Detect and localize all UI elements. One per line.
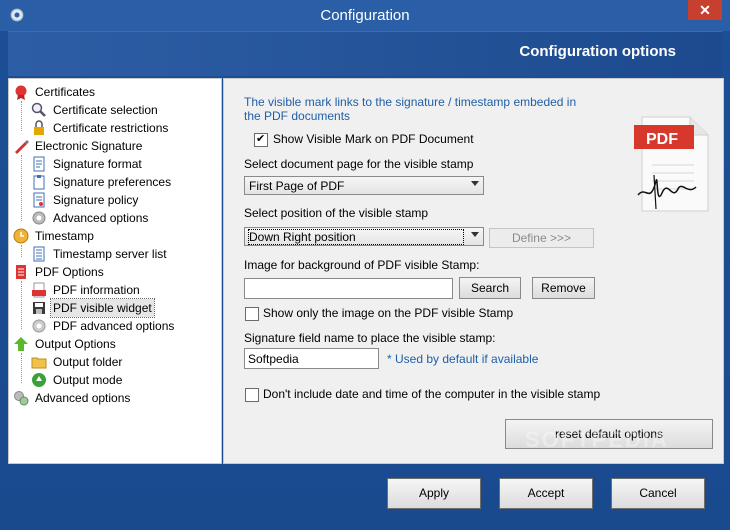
show-visible-mark-checkbox[interactable] — [254, 132, 268, 147]
policy-document-icon — [33, 192, 45, 208]
remove-button[interactable]: Remove — [532, 277, 595, 299]
tree-connector — [21, 245, 22, 257]
tree-item-label: Output Options — [35, 337, 116, 351]
define-button[interactable]: Define >>> — [489, 228, 594, 248]
only-image-label: Show only the image on the PDF visible S… — [263, 306, 514, 320]
search-button[interactable]: Search — [459, 277, 521, 299]
no-date-checkbox[interactable] — [245, 388, 259, 402]
softpedia-watermark: SOFTPEDIA — [525, 427, 669, 452]
pen-icon — [15, 140, 29, 154]
tree-item-label: PDF advanced options — [53, 319, 175, 333]
tree-item-label: Signature preferences — [53, 175, 172, 189]
tree-item-label: Signature format — [53, 157, 142, 171]
field-name-note: * Used by default if available — [387, 352, 539, 366]
document-icon — [33, 156, 45, 172]
tree-item-label: PDF visible widget — [50, 298, 155, 318]
position-select-label: Select position of the visible stamp — [244, 206, 429, 220]
configuration-window: Configuration ✕ Configuration options Ce… — [0, 0, 730, 530]
close-button[interactable]: ✕ — [688, 0, 722, 20]
tree-connector — [21, 353, 22, 383]
gears-icon — [14, 391, 29, 406]
no-date-label: Don't include date and time of the compu… — [263, 387, 601, 401]
accept-button[interactable]: Accept — [499, 478, 593, 509]
image-path-input[interactable] — [244, 278, 453, 299]
green-circle-icon — [32, 373, 46, 387]
tree-item-label: Certificate selection — [53, 103, 158, 117]
tree-item-label: Certificate restrictions — [53, 121, 169, 135]
tree-item-label: Electronic Signature — [35, 139, 143, 153]
clipboard-icon — [33, 175, 45, 190]
page-select-label: Select document page for the visible sta… — [244, 157, 474, 171]
image-label: Image for background of PDF visible Stam… — [244, 258, 480, 272]
up-arrow-icon — [14, 337, 28, 351]
tree-item-label: Output folder — [53, 355, 123, 369]
cancel-button[interactable]: Cancel — [611, 478, 705, 509]
title-bar: Configuration ✕ — [0, 0, 730, 31]
field-name-input[interactable]: Softpedia — [244, 348, 379, 369]
pdf-visible-widget-panel: The visible mark links to the signature … — [223, 78, 724, 464]
folder-icon — [31, 357, 47, 369]
tree-item-label: Certificates — [35, 85, 96, 99]
tree-item-label: Advanced options — [35, 391, 131, 405]
header-title: Configuration options — [519, 43, 676, 60]
list-icon — [33, 246, 45, 262]
position-select[interactable]: Down Right position — [244, 227, 484, 246]
apply-button[interactable]: Apply — [387, 478, 481, 509]
tree-connector — [21, 281, 22, 329]
tree-item-label: Advanced options — [53, 211, 149, 225]
window-title: Configuration — [320, 7, 410, 24]
tree-item-label: Timestamp server list — [53, 247, 167, 261]
tree-item-label: PDF information — [53, 283, 140, 297]
tree-item-label: Output mode — [53, 373, 123, 387]
page-select[interactable]: First Page of PDF — [244, 176, 484, 195]
show-visible-mark-label: Show Visible Mark on PDF Document — [273, 132, 474, 146]
page-select-value: First Page of PDF — [249, 179, 345, 193]
chevron-down-icon — [471, 181, 479, 186]
lock-icon — [34, 120, 44, 135]
field-name-value: Softpedia — [248, 352, 299, 366]
options-header: Configuration options — [8, 31, 722, 76]
save-icon — [33, 302, 45, 314]
position-select-value: Down Right position — [248, 229, 464, 245]
certificate-icon — [15, 85, 27, 100]
clock-icon — [13, 228, 29, 244]
info-text: The visible mark links to the signature … — [244, 95, 577, 123]
magnifier-icon — [31, 102, 46, 117]
dialog-button-bar: SOFTPEDIA Apply Accept Cancel — [0, 427, 730, 530]
tree-connector — [21, 155, 22, 221]
tree-item-label: PDF Options — [35, 265, 104, 279]
field-name-label: Signature field name to place the visibl… — [244, 331, 496, 345]
only-image-checkbox[interactable] — [245, 307, 259, 321]
pdf-signed-document-icon: PDF — [634, 116, 709, 212]
gear-icon — [32, 211, 46, 225]
pdf-file-icon — [16, 265, 26, 279]
pdf-badge-icon — [32, 282, 46, 298]
tree-item-label: Signature policy — [53, 193, 139, 207]
tree-item-label: Timestamp — [35, 229, 94, 243]
chevron-down-icon — [471, 232, 479, 237]
gear-icon — [32, 319, 46, 333]
tree-connector — [21, 101, 22, 131]
pdf-badge-text: PDF — [646, 131, 678, 148]
options-tree[interactable]: Certificates Certificate selection Certi… — [8, 78, 222, 464]
